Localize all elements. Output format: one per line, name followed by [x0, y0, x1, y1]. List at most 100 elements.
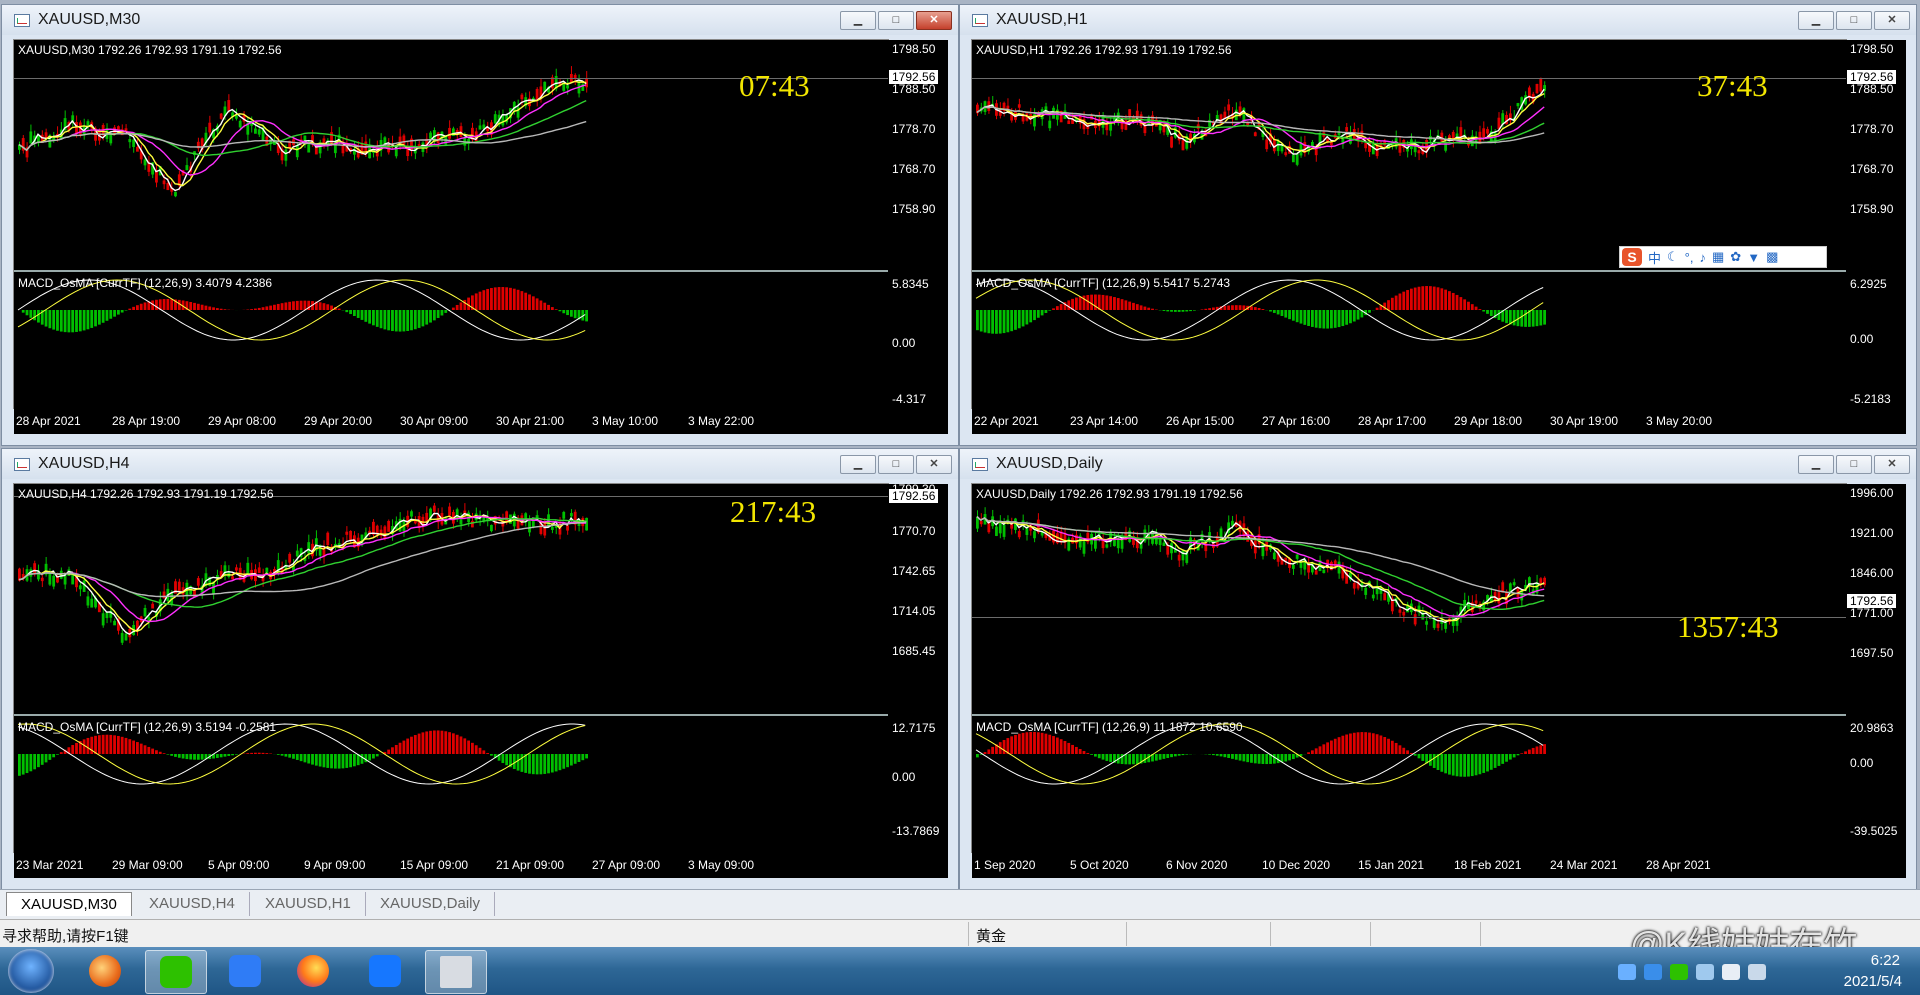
close-button[interactable]: ✕	[1874, 455, 1910, 474]
macd-histogram-bar	[1208, 308, 1212, 310]
macd-histogram-bar	[1326, 310, 1330, 329]
minimize-button[interactable]: ▁	[840, 11, 876, 30]
tray-icon-signal[interactable]	[1748, 964, 1766, 980]
macd-histogram-bar	[1318, 746, 1322, 754]
close-button[interactable]: ✕	[916, 455, 952, 474]
price-axis[interactable]: 1798.50 1792.56 1788.50 1778.70 1768.70 …	[888, 40, 948, 408]
price-chart-area[interactable]: XAUUSD,Daily 1792.26 1792.93 1791.19 179…	[971, 483, 1847, 853]
macd-histogram-bar	[531, 754, 535, 775]
price-chart-area[interactable]: XAUUSD,H4 1792.26 1792.93 1791.19 1792.5…	[13, 483, 889, 853]
macd-histogram-bar	[436, 310, 440, 318]
taskbar-app-browser[interactable]	[75, 950, 135, 992]
maximize-button[interactable]: □	[1836, 11, 1872, 30]
macd-histogram-bar	[318, 754, 322, 767]
macd-histogram-bar	[1387, 738, 1390, 754]
keyboard-icon[interactable]: ▦	[1712, 249, 1724, 265]
macd-histogram-bar	[139, 743, 143, 754]
tab-xauusd-h4[interactable]: XAUUSD,H4	[135, 892, 250, 916]
skin-icon[interactable]: ✿	[1730, 249, 1741, 265]
microphone-icon[interactable]: ♪	[1699, 250, 1706, 265]
taskbar-app-firefox[interactable]	[283, 950, 343, 992]
macd-histogram-bar	[486, 753, 490, 754]
macd-histogram-bar	[314, 754, 318, 766]
tab-xauusd-daily[interactable]: XAUUSD,Daily	[366, 892, 496, 916]
macd-histogram-bar	[421, 310, 425, 327]
chart-window-daily[interactable]: XAUUSD,Daily ▁ □ ✕ XAUUSD,Daily 1792.26 …	[959, 448, 1917, 890]
tab-xauusd-m30[interactable]: XAUUSD,M30	[6, 892, 132, 916]
taskbar-app-notes[interactable]	[215, 950, 275, 992]
time-axis[interactable]: 23 Mar 2021 29 Mar 09:00 5 Apr 09:00 9 A…	[14, 852, 948, 878]
punctuation-icon[interactable]: °,	[1685, 250, 1694, 265]
macd-histogram-bar	[75, 742, 78, 754]
tray-icon-network[interactable]	[1696, 964, 1714, 980]
chart-window-m30[interactable]: XAUUSD,M30 ▁ □ ✕ XAUUSD,M30 1792.26 1792…	[1, 4, 959, 446]
tray-icon-volume[interactable]	[1722, 964, 1740, 980]
minimize-button[interactable]: ▁	[1798, 455, 1834, 474]
macd-histogram-bar	[1017, 310, 1021, 329]
minimize-button[interactable]: ▁	[1798, 11, 1834, 30]
price-chart-area[interactable]: XAUUSD,M30 1792.26 1792.93 1791.19 1792.…	[13, 39, 889, 409]
tray-icon-shield[interactable]	[1644, 964, 1662, 980]
ime-toolbar[interactable]: S 中 ☾ °, ♪ ▦ ✿ ▼ ▩	[1619, 246, 1827, 268]
window-titlebar[interactable]: XAUUSD,M30 ▁ □ ✕	[2, 5, 958, 35]
macd-histogram-bar	[177, 754, 181, 758]
macd-histogram-bar	[215, 754, 219, 758]
subwindow-separator[interactable]	[14, 714, 888, 716]
macd-histogram-bar	[1524, 751, 1527, 754]
time-label: 28 Apr 2021	[16, 414, 81, 428]
start-button[interactable]	[8, 949, 54, 993]
price-chart-area[interactable]: XAUUSD,H1 1792.26 1792.93 1791.19 1792.5…	[971, 39, 1847, 409]
macd-histogram-bar	[1250, 754, 1253, 763]
price-axis[interactable]: 1798.50 1792.56 1788.50 1778.70 1768.70 …	[1846, 40, 1906, 408]
maximize-button[interactable]: □	[878, 11, 914, 30]
macd-histogram-bar	[1269, 310, 1272, 312]
tray-icon-person[interactable]	[1618, 964, 1636, 980]
candle-body	[1501, 113, 1505, 125]
time-label: 3 May 22:00	[688, 414, 755, 428]
macd-histogram-bar	[1132, 754, 1135, 765]
close-button[interactable]: ✕	[916, 11, 952, 30]
maximize-button[interactable]: □	[1836, 455, 1872, 474]
macd-histogram-bar	[48, 754, 52, 760]
taskbar-clock-time[interactable]: 6:22	[1871, 952, 1900, 969]
window-titlebar[interactable]: XAUUSD,H4 ▁ □ ✕	[2, 449, 958, 479]
time-label: 27 Apr 16:00	[1262, 414, 1331, 428]
macd-histogram-bar	[1409, 288, 1413, 310]
sogou-logo-icon[interactable]: S	[1622, 248, 1642, 266]
tab-xauusd-h1[interactable]: XAUUSD,H1	[251, 892, 366, 916]
macd-histogram-bar	[124, 310, 128, 311]
candle-body	[1082, 541, 1086, 554]
window-titlebar[interactable]: XAUUSD,H1 ▁ □ ✕	[960, 5, 1916, 35]
window-titlebar[interactable]: XAUUSD,Daily ▁ □ ✕	[960, 449, 1916, 479]
minimize-button[interactable]: ▁	[840, 455, 876, 474]
close-button[interactable]: ✕	[1874, 11, 1910, 30]
maximize-button[interactable]: □	[878, 455, 914, 474]
macd-histogram-bar	[585, 310, 588, 322]
symbol-header: XAUUSD,M30 1792.26 1792.93 1791.19 1792.…	[18, 43, 282, 57]
taskbar-clock-date[interactable]: 2021/5/4	[1844, 973, 1902, 990]
price-axis[interactable]: 1799.30 1792.56 1770.70 1742.65 1714.05 …	[888, 482, 948, 852]
ime-language-toggle[interactable]: 中	[1648, 248, 1661, 267]
time-axis[interactable]: 22 Apr 2021 23 Apr 14:00 26 Apr 15:00 27…	[972, 408, 1906, 434]
chart-window-h4[interactable]: XAUUSD,H4 ▁ □ ✕ XAUUSD,H4 1792.26 1792.9…	[1, 448, 959, 890]
candle-body	[234, 115, 238, 119]
time-axis[interactable]: 28 Apr 2021 28 Apr 19:00 29 Apr 08:00 29…	[14, 408, 948, 434]
macd-histogram-bar	[288, 301, 292, 310]
time-axis[interactable]: 1 Sep 2020 5 Oct 2020 6 Nov 2020 10 Dec …	[972, 852, 1906, 878]
price-axis[interactable]: 1996.00 1921.00 1846.00 1792.56 1771.00 …	[1846, 484, 1906, 852]
shirt-icon[interactable]: ▼	[1747, 250, 1760, 265]
taskbar-app-mt4[interactable]	[425, 950, 487, 994]
candle-body	[1177, 554, 1181, 561]
macd-histogram-bar	[569, 754, 573, 766]
grid-menu-icon[interactable]: ▩	[1766, 249, 1778, 265]
macd-histogram-bar	[1379, 735, 1383, 754]
subwindow-separator[interactable]	[972, 714, 1846, 716]
moon-icon[interactable]: ☾	[1667, 249, 1679, 265]
taskbar-app-wechat[interactable]	[145, 950, 207, 994]
tray-icon-wechat[interactable]	[1670, 964, 1688, 980]
subwindow-separator[interactable]	[14, 270, 888, 272]
macd-histogram-bar	[1356, 310, 1360, 320]
chart-window-h1[interactable]: XAUUSD,H1 ▁ □ ✕ XAUUSD,H1 1792.26 1792.9…	[959, 4, 1917, 446]
taskbar-app-lark[interactable]	[355, 950, 415, 992]
subwindow-separator[interactable]	[972, 270, 1846, 272]
